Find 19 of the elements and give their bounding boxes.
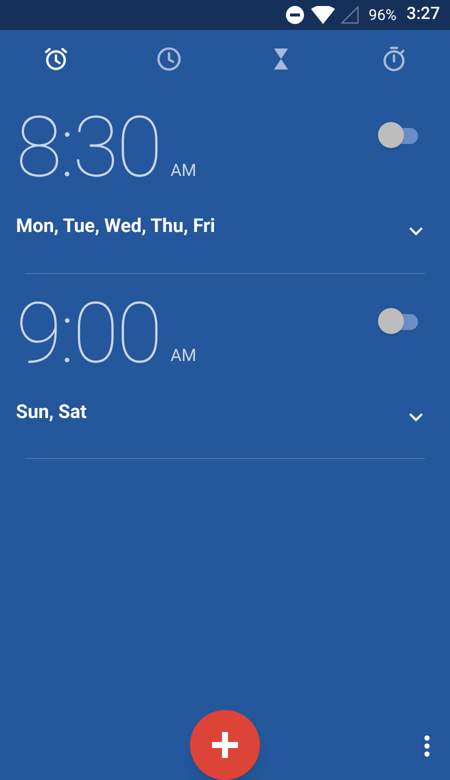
cell-signal-icon <box>340 6 359 24</box>
alarm-toggle[interactable] <box>378 308 420 334</box>
do-not-disturb-icon <box>284 5 305 25</box>
alarm-time[interactable]: 8:30 <box>16 106 160 190</box>
alarm-days: Mon, Tue, Wed, Thu, Fri <box>16 212 216 240</box>
more-options-button[interactable] <box>422 734 432 758</box>
wifi-icon <box>310 6 335 24</box>
alarm-toggle[interactable] <box>378 122 420 148</box>
alarm-meridiem: AM <box>170 345 196 368</box>
chevron-icon <box>406 224 426 238</box>
expand-button[interactable] <box>406 224 426 238</box>
alarm-days: Sun, Sat <box>16 398 87 426</box>
status-time: 3:27 <box>406 3 440 26</box>
alarm-time[interactable]: 9:00 <box>16 292 160 376</box>
battery-percentage: 96% <box>368 4 397 26</box>
plus-icon <box>210 730 240 760</box>
alarm-meridiem: AM <box>170 160 196 182</box>
clock-icon <box>154 45 183 73</box>
more-vertical-icon <box>424 735 430 757</box>
